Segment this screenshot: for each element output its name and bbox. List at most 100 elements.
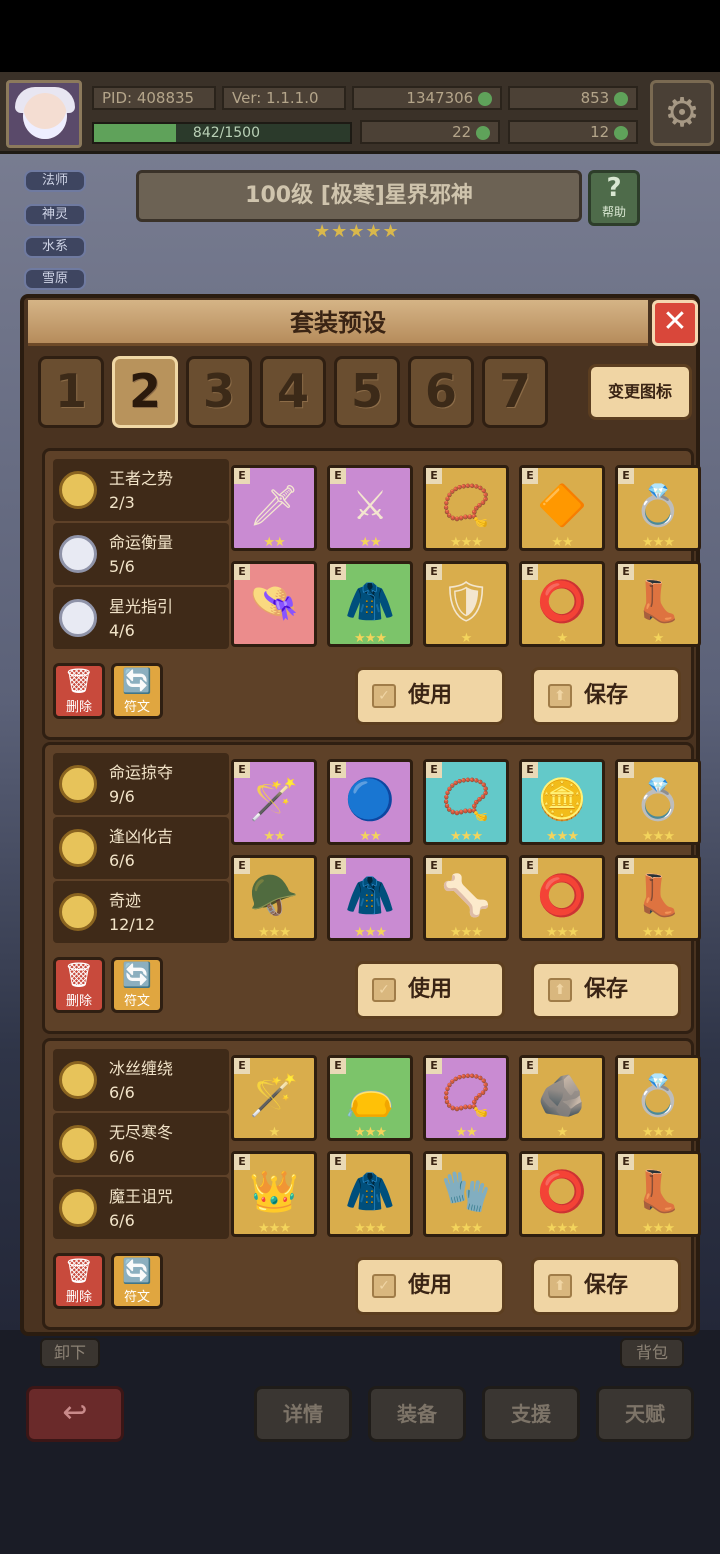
equipment-slot[interactable]: E 🧥 ★★★: [327, 855, 413, 941]
help-button[interactable]: ? 帮助: [588, 170, 640, 226]
equipment-slot[interactable]: E 🧥 ★★★: [327, 1151, 413, 1237]
set-count: 2/3: [109, 493, 135, 512]
equipment-slot[interactable]: E 🪖 ★★★: [231, 855, 317, 941]
set-name: 无尽寒冬: [109, 1123, 174, 1142]
use-button[interactable]: ✓ 使用: [355, 1257, 505, 1315]
plus-icon[interactable]: [614, 91, 628, 106]
item-stars: ★★★: [642, 925, 675, 940]
nav-talent[interactable]: 天赋: [596, 1386, 694, 1442]
equipment-slot[interactable]: E 🦴 ★★★: [423, 855, 509, 941]
preset-slot-2[interactable]: 2: [112, 356, 178, 428]
set-emblem-icon: [59, 1061, 97, 1099]
equipment-slot[interactable]: E 🪙 ★★★: [519, 759, 605, 845]
settings-gear-icon[interactable]: ⚙: [650, 80, 714, 146]
equipment-slot[interactable]: E 🔶 ★★: [519, 465, 605, 551]
boss-stars: ★★★★★: [314, 221, 400, 242]
equipment-icon: 👢: [633, 579, 683, 625]
equipment-slot[interactable]: E 👢 ★★★: [615, 855, 701, 941]
tag-water: 水系: [24, 236, 86, 258]
equipment-slot[interactable]: E 👑 ★★★: [231, 1151, 317, 1237]
equipment-slot[interactable]: E 🪨 ★: [519, 1055, 605, 1141]
change-icon-button[interactable]: 变更图标: [588, 364, 692, 420]
equipment-icon: 👢: [633, 873, 683, 919]
equipment-icon: ⭕: [537, 579, 587, 625]
equipment-slot[interactable]: E 🧤 ★★★: [423, 1151, 509, 1237]
equipment-slot[interactable]: E 📿 ★★★: [423, 759, 509, 845]
plus-icon[interactable]: [478, 91, 492, 106]
preset-slot-5[interactable]: 5: [334, 356, 400, 428]
equipment-slot[interactable]: E 👝 ★★★: [327, 1055, 413, 1141]
rune-button[interactable]: 🔄 符文: [111, 1253, 163, 1309]
nav-support[interactable]: 支援: [482, 1386, 580, 1442]
equipment-icon: 🪨: [537, 1073, 587, 1119]
player-avatar[interactable]: [6, 80, 82, 148]
equipment-slot[interactable]: E 🔵 ★★: [327, 759, 413, 845]
equipment-slot[interactable]: E 📿 ★★★: [423, 465, 509, 551]
set-count: 6/6: [109, 1083, 135, 1102]
use-button[interactable]: ✓ 使用: [355, 961, 505, 1019]
preset-slot-7[interactable]: 7: [482, 356, 548, 428]
set-count: 12/12: [109, 915, 156, 934]
back-arrow-icon[interactable]: ↩: [26, 1386, 124, 1442]
set-name: 魔王诅咒: [109, 1187, 174, 1206]
equipment-icon: 👑: [249, 1169, 299, 1215]
item-stars: ★: [268, 1125, 281, 1140]
set-emblem-icon: [59, 471, 97, 509]
item-stars: ★★★: [450, 535, 483, 550]
preset-block: 王者之势 2/3 命运衡量 5/6 星光指引 4/6 E 🗡 ★★ E ⚔ ★★…: [42, 448, 701, 740]
avatar-face: [23, 93, 67, 139]
pid-label: PID: 408835: [92, 86, 216, 110]
plus-icon[interactable]: [476, 125, 490, 140]
equipment-slot[interactable]: E ⚔ ★★: [327, 465, 413, 551]
preset-actions: 🗑 删除 🔄 符文 ✓ 使用 ⬆ 保存: [45, 663, 697, 735]
set-bonus-row: 王者之势 2/3: [53, 459, 229, 521]
equipment-slot[interactable]: E ⭕ ★★★: [519, 1151, 605, 1237]
equipment-icon: 🛡: [440, 579, 492, 625]
plus-icon[interactable]: [614, 125, 628, 140]
close-icon[interactable]: ✕: [652, 300, 698, 346]
save-button[interactable]: ⬆ 保存: [531, 1257, 681, 1315]
equipment-slot[interactable]: E 🛡 ★: [423, 561, 509, 647]
preset-slot-6[interactable]: 6: [408, 356, 474, 428]
nav-details[interactable]: 详情: [254, 1386, 352, 1442]
equipment-slot[interactable]: E 👒: [231, 561, 317, 647]
save-button[interactable]: ⬆ 保存: [531, 667, 681, 725]
delete-button[interactable]: 🗑 删除: [53, 957, 105, 1013]
use-button[interactable]: ✓ 使用: [355, 667, 505, 725]
equipment-slot[interactable]: E 🪄 ★: [231, 1055, 317, 1141]
delete-button[interactable]: 🗑 删除: [53, 1253, 105, 1309]
preset-slot-1[interactable]: 1: [38, 356, 104, 428]
top-status-bar: PID: 408835 Ver: 1.1.1.0 1347306 853 842…: [0, 72, 720, 154]
item-stars: ★★★: [258, 1221, 291, 1236]
help-label: 帮助: [601, 205, 626, 219]
bag-button[interactable]: 背包: [620, 1338, 684, 1368]
set-name: 奇迹: [109, 891, 142, 910]
equipment-slot[interactable]: E 🧥 ★★★: [327, 561, 413, 647]
delete-button[interactable]: 🗑 删除: [53, 663, 105, 719]
equipment-slot[interactable]: E 📿 ★★: [423, 1055, 509, 1141]
equipment-icon: 🪙: [537, 777, 587, 823]
preset-slot-3[interactable]: 3: [186, 356, 252, 428]
equipment-slot[interactable]: E ⭕ ★: [519, 561, 605, 647]
equipment-slot[interactable]: E ⭕ ★★★: [519, 855, 605, 941]
unequip-button[interactable]: 卸下: [40, 1338, 100, 1368]
equipment-slot[interactable]: E 🗡 ★★: [231, 465, 317, 551]
equipment-icon: 📿: [441, 483, 491, 529]
preset-block: 命运掠夺 9/6 逢凶化吉 6/6 奇迹 12/12 E 🪄 ★★ E 🔵 ★★…: [42, 742, 701, 1034]
rune-button[interactable]: 🔄 符文: [111, 663, 163, 719]
nav-equipment[interactable]: 装备: [368, 1386, 466, 1442]
equipment-icon: ⭕: [537, 1169, 587, 1215]
delete-label: 删除: [65, 700, 92, 715]
equipment-slot[interactable]: E 👢 ★: [615, 561, 701, 647]
rune-button[interactable]: 🔄 符文: [111, 957, 163, 1013]
preset-slot-4[interactable]: 4: [260, 356, 326, 428]
save-button[interactable]: ⬆ 保存: [531, 961, 681, 1019]
equipment-slot[interactable]: E 🪄 ★★: [231, 759, 317, 845]
item-stars: ★★: [263, 829, 285, 844]
rune-label: 符文: [123, 700, 150, 715]
equipment-slot[interactable]: E 💍 ★★★: [615, 759, 701, 845]
equipment-slot[interactable]: E 💍 ★★★: [615, 1055, 701, 1141]
equipment-slot[interactable]: E 💍 ★★★: [615, 465, 701, 551]
tag-mage: 法师: [24, 170, 86, 192]
equipment-slot[interactable]: E 👢 ★★★: [615, 1151, 701, 1237]
